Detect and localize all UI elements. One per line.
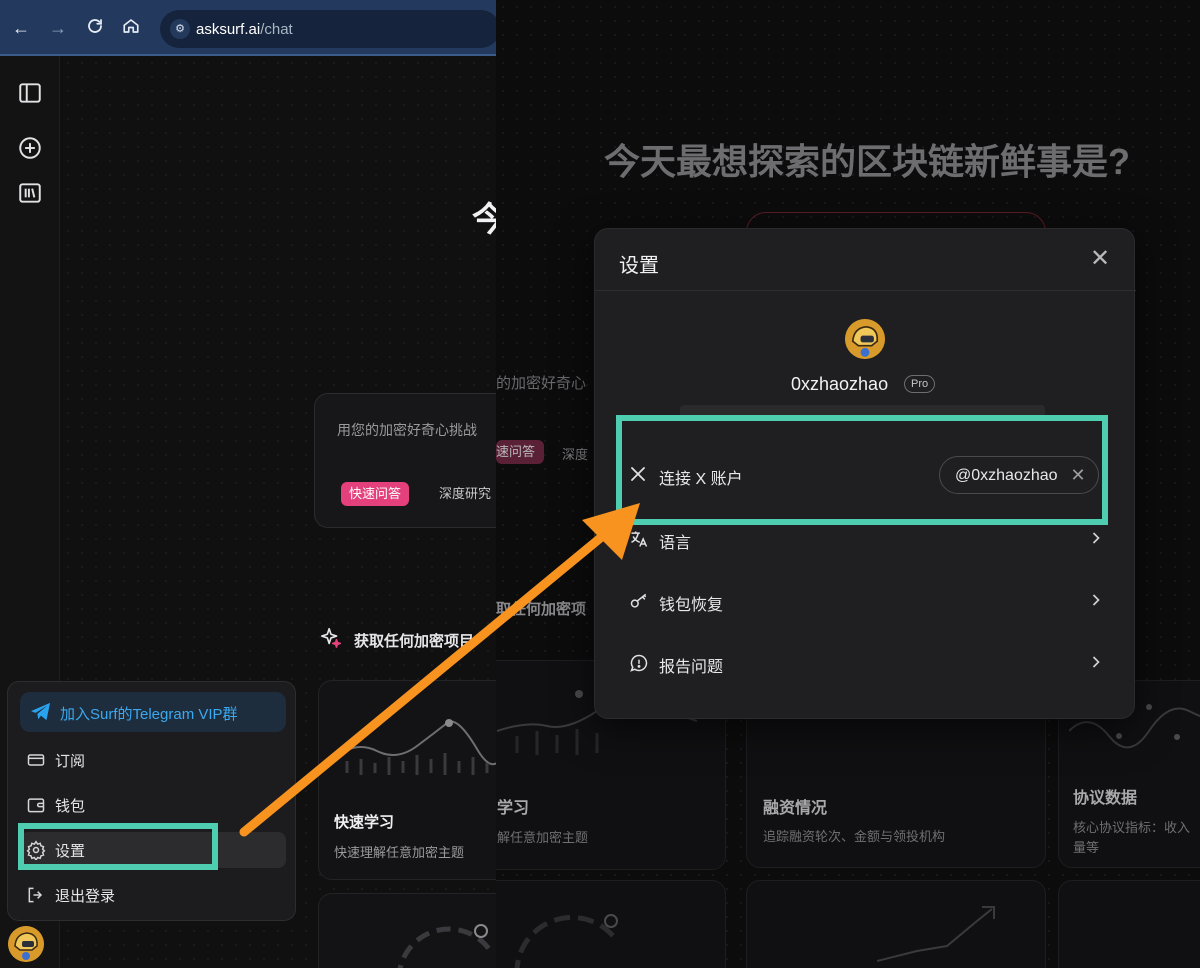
card-description-line2: 量等 bbox=[1073, 840, 1100, 855]
report-icon bbox=[629, 653, 649, 673]
card-description: 快速理解任意加密主题 bbox=[334, 845, 465, 860]
card-title: 协议数据 bbox=[1073, 790, 1138, 807]
growth-illustration bbox=[877, 906, 995, 962]
chat-placeholder: 的加密好奇心 bbox=[496, 375, 587, 392]
mode-fast-tab[interactable]: 快速问答 bbox=[341, 482, 410, 506]
card-description: 解任意加密主题 bbox=[497, 830, 589, 845]
chevron-right-icon bbox=[1086, 652, 1106, 672]
card-icon bbox=[26, 750, 46, 770]
translate-icon bbox=[629, 529, 649, 549]
reload-icon[interactable] bbox=[84, 17, 106, 39]
card-quick-learn[interactable]: 快速学习 快速理解任意加密主题 bbox=[318, 680, 496, 880]
menu-item-subscribe[interactable]: 订阅 bbox=[20, 742, 286, 778]
setting-label: 语言 bbox=[659, 535, 692, 552]
explore-heading: 获取任何加密项目 bbox=[354, 633, 475, 650]
url-text: asksurf.ai/chat bbox=[196, 21, 293, 38]
card-placeholder[interactable] bbox=[746, 880, 1046, 968]
setting-report-issue[interactable]: 报告问题 bbox=[619, 638, 1112, 688]
modal-tab-strip bbox=[680, 405, 1045, 415]
highlight-box-settings-menu bbox=[18, 823, 218, 870]
home-icon[interactable] bbox=[120, 17, 142, 39]
telegram-vip-button[interactable]: 加入Surf的Telegram VIP群 bbox=[20, 692, 286, 732]
card-placeholder[interactable] bbox=[1058, 880, 1200, 968]
gauge-illustration bbox=[514, 914, 620, 968]
library-icon[interactable] bbox=[17, 180, 43, 206]
wallet-icon bbox=[26, 795, 46, 815]
telegram-vip-label: 加入Surf的Telegram VIP群 bbox=[60, 706, 238, 723]
card-placeholder[interactable] bbox=[496, 880, 726, 968]
setting-wallet-recovery[interactable]: 钱包恢复 bbox=[619, 576, 1112, 626]
forward-icon[interactable]: → bbox=[47, 17, 69, 39]
toggle-sidebar-icon[interactable] bbox=[17, 80, 43, 106]
chevron-right-icon bbox=[1086, 590, 1106, 610]
card-description: 追踪融资轮次、金额与领投机构 bbox=[763, 829, 946, 844]
telegram-icon bbox=[30, 702, 52, 722]
logout-icon bbox=[26, 885, 46, 905]
site-info-icon[interactable]: ⚙ bbox=[170, 19, 190, 39]
page-title: 今天最想探索的区块链新鲜事是? bbox=[604, 141, 1130, 182]
card-title: 融资情况 bbox=[763, 800, 828, 817]
avatar[interactable] bbox=[8, 926, 44, 962]
account-menu: 加入Surf的Telegram VIP群 订阅 钱包 设置 退出登录 bbox=[7, 681, 296, 921]
browser-toolbar: ← → ⚙ asksurf.ai/chat bbox=[0, 0, 496, 56]
mode-fast-tab[interactable]: 速问答 bbox=[496, 440, 544, 464]
chat-placeholder: 用您的加密好奇心挑战 bbox=[337, 422, 477, 438]
mode-deep-tab[interactable]: 深度研究 bbox=[431, 482, 496, 506]
new-chat-icon[interactable] bbox=[17, 135, 43, 161]
card-title: 学习 bbox=[497, 800, 530, 817]
gauge-illustration bbox=[397, 924, 491, 968]
mode-deep-tab[interactable]: 深度 bbox=[562, 444, 588, 463]
sparkle-icon bbox=[320, 626, 342, 648]
modal-title: 设置 bbox=[619, 255, 659, 277]
close-icon[interactable]: ✕ bbox=[1088, 247, 1112, 271]
card-placeholder[interactable] bbox=[318, 893, 496, 968]
avatar bbox=[845, 319, 885, 359]
card-description: 核心协议指标：收入 bbox=[1073, 820, 1191, 835]
modal-header: 设置 ✕ bbox=[595, 229, 1136, 291]
chevron-right-icon bbox=[1086, 528, 1106, 548]
card-title: 快速学习 bbox=[334, 814, 395, 831]
address-bar[interactable]: ⚙ asksurf.ai/chat bbox=[160, 10, 496, 48]
chat-input-box[interactable]: 用您的加密好奇心挑战 快速问答 深度研究 bbox=[314, 393, 496, 528]
menu-item-label: 订阅 bbox=[55, 753, 86, 770]
setting-label: 报告问题 bbox=[659, 659, 724, 676]
setting-label: 钱包恢复 bbox=[659, 597, 724, 614]
menu-item-logout[interactable]: 退出登录 bbox=[20, 877, 286, 913]
menu-item-wallet[interactable]: 钱包 bbox=[20, 787, 286, 823]
menu-item-label: 退出登录 bbox=[55, 888, 116, 905]
card-chart-illustration bbox=[337, 719, 496, 775]
explore-heading: 取任何加密项 bbox=[496, 601, 587, 618]
username: 0xzhaozhao bbox=[791, 374, 889, 394]
pro-badge: Pro bbox=[904, 375, 936, 393]
key-icon bbox=[629, 591, 649, 611]
menu-item-label: 钱包 bbox=[55, 798, 86, 815]
highlight-box-connect-x bbox=[616, 415, 1108, 525]
back-icon[interactable]: ← bbox=[10, 17, 32, 39]
page-title: 今 bbox=[472, 201, 496, 239]
